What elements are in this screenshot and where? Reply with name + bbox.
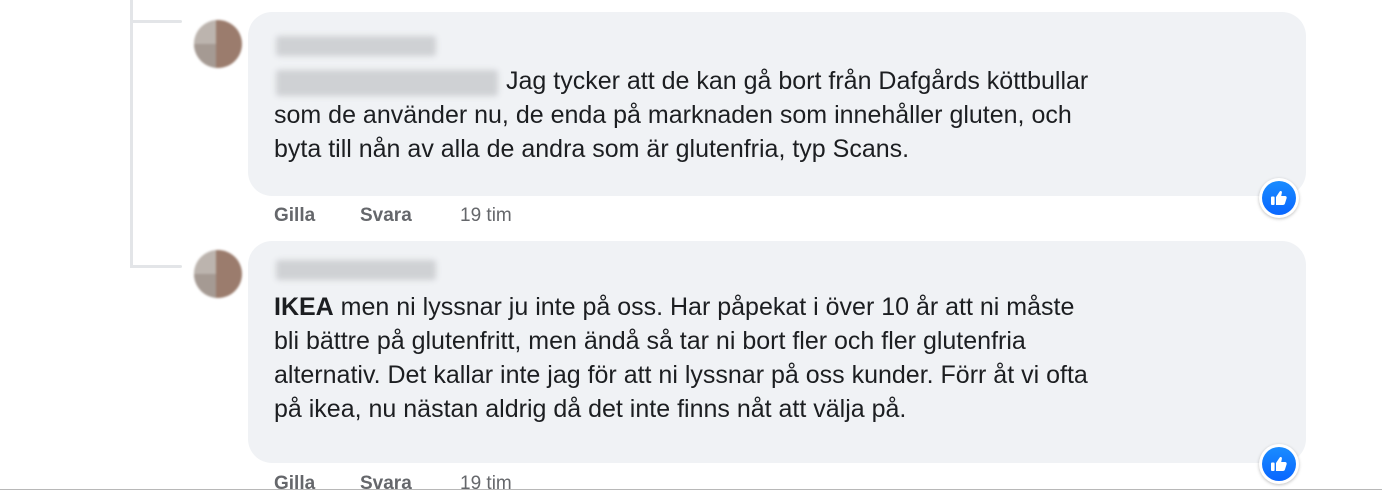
reply-button[interactable]: Svara xyxy=(360,205,412,227)
comment-timestamp[interactable]: 19 tim xyxy=(460,205,512,227)
comment-text: Jag tycker att de kan gå bort från Dafgå… xyxy=(274,64,1294,166)
reaction-badge[interactable] xyxy=(1259,178,1299,218)
divider xyxy=(0,489,1382,490)
like-reaction-icon xyxy=(1271,190,1287,205)
reply-button[interactable]: Svara xyxy=(360,473,412,495)
commenter-name-redacted[interactable] xyxy=(276,260,436,280)
reaction-badge[interactable] xyxy=(1259,444,1299,484)
avatar[interactable] xyxy=(194,20,242,68)
thread-line-connector xyxy=(130,20,182,23)
like-button[interactable]: Gilla xyxy=(274,473,315,495)
comment-timestamp[interactable]: 19 tim xyxy=(460,473,512,495)
comment-body: men ni lyssnar ju inte på oss. Har påpek… xyxy=(274,293,1088,423)
comment-text: IKEA men ni lyssnar ju inte på oss. Har … xyxy=(274,290,1088,426)
comment-thread: Jag tycker att de kan gå bort från Dafgå… xyxy=(0,0,1382,500)
mention-ikea[interactable]: IKEA xyxy=(274,293,334,321)
thread-line-vertical xyxy=(130,0,133,268)
like-reaction-icon xyxy=(1271,456,1287,471)
avatar[interactable] xyxy=(194,250,242,298)
commenter-name-redacted[interactable] xyxy=(276,36,436,56)
like-button[interactable]: Gilla xyxy=(274,205,315,227)
thread-line-connector xyxy=(130,265,182,268)
comment-body: Jag tycker att de kan gå bort från Dafgå… xyxy=(274,67,1089,163)
